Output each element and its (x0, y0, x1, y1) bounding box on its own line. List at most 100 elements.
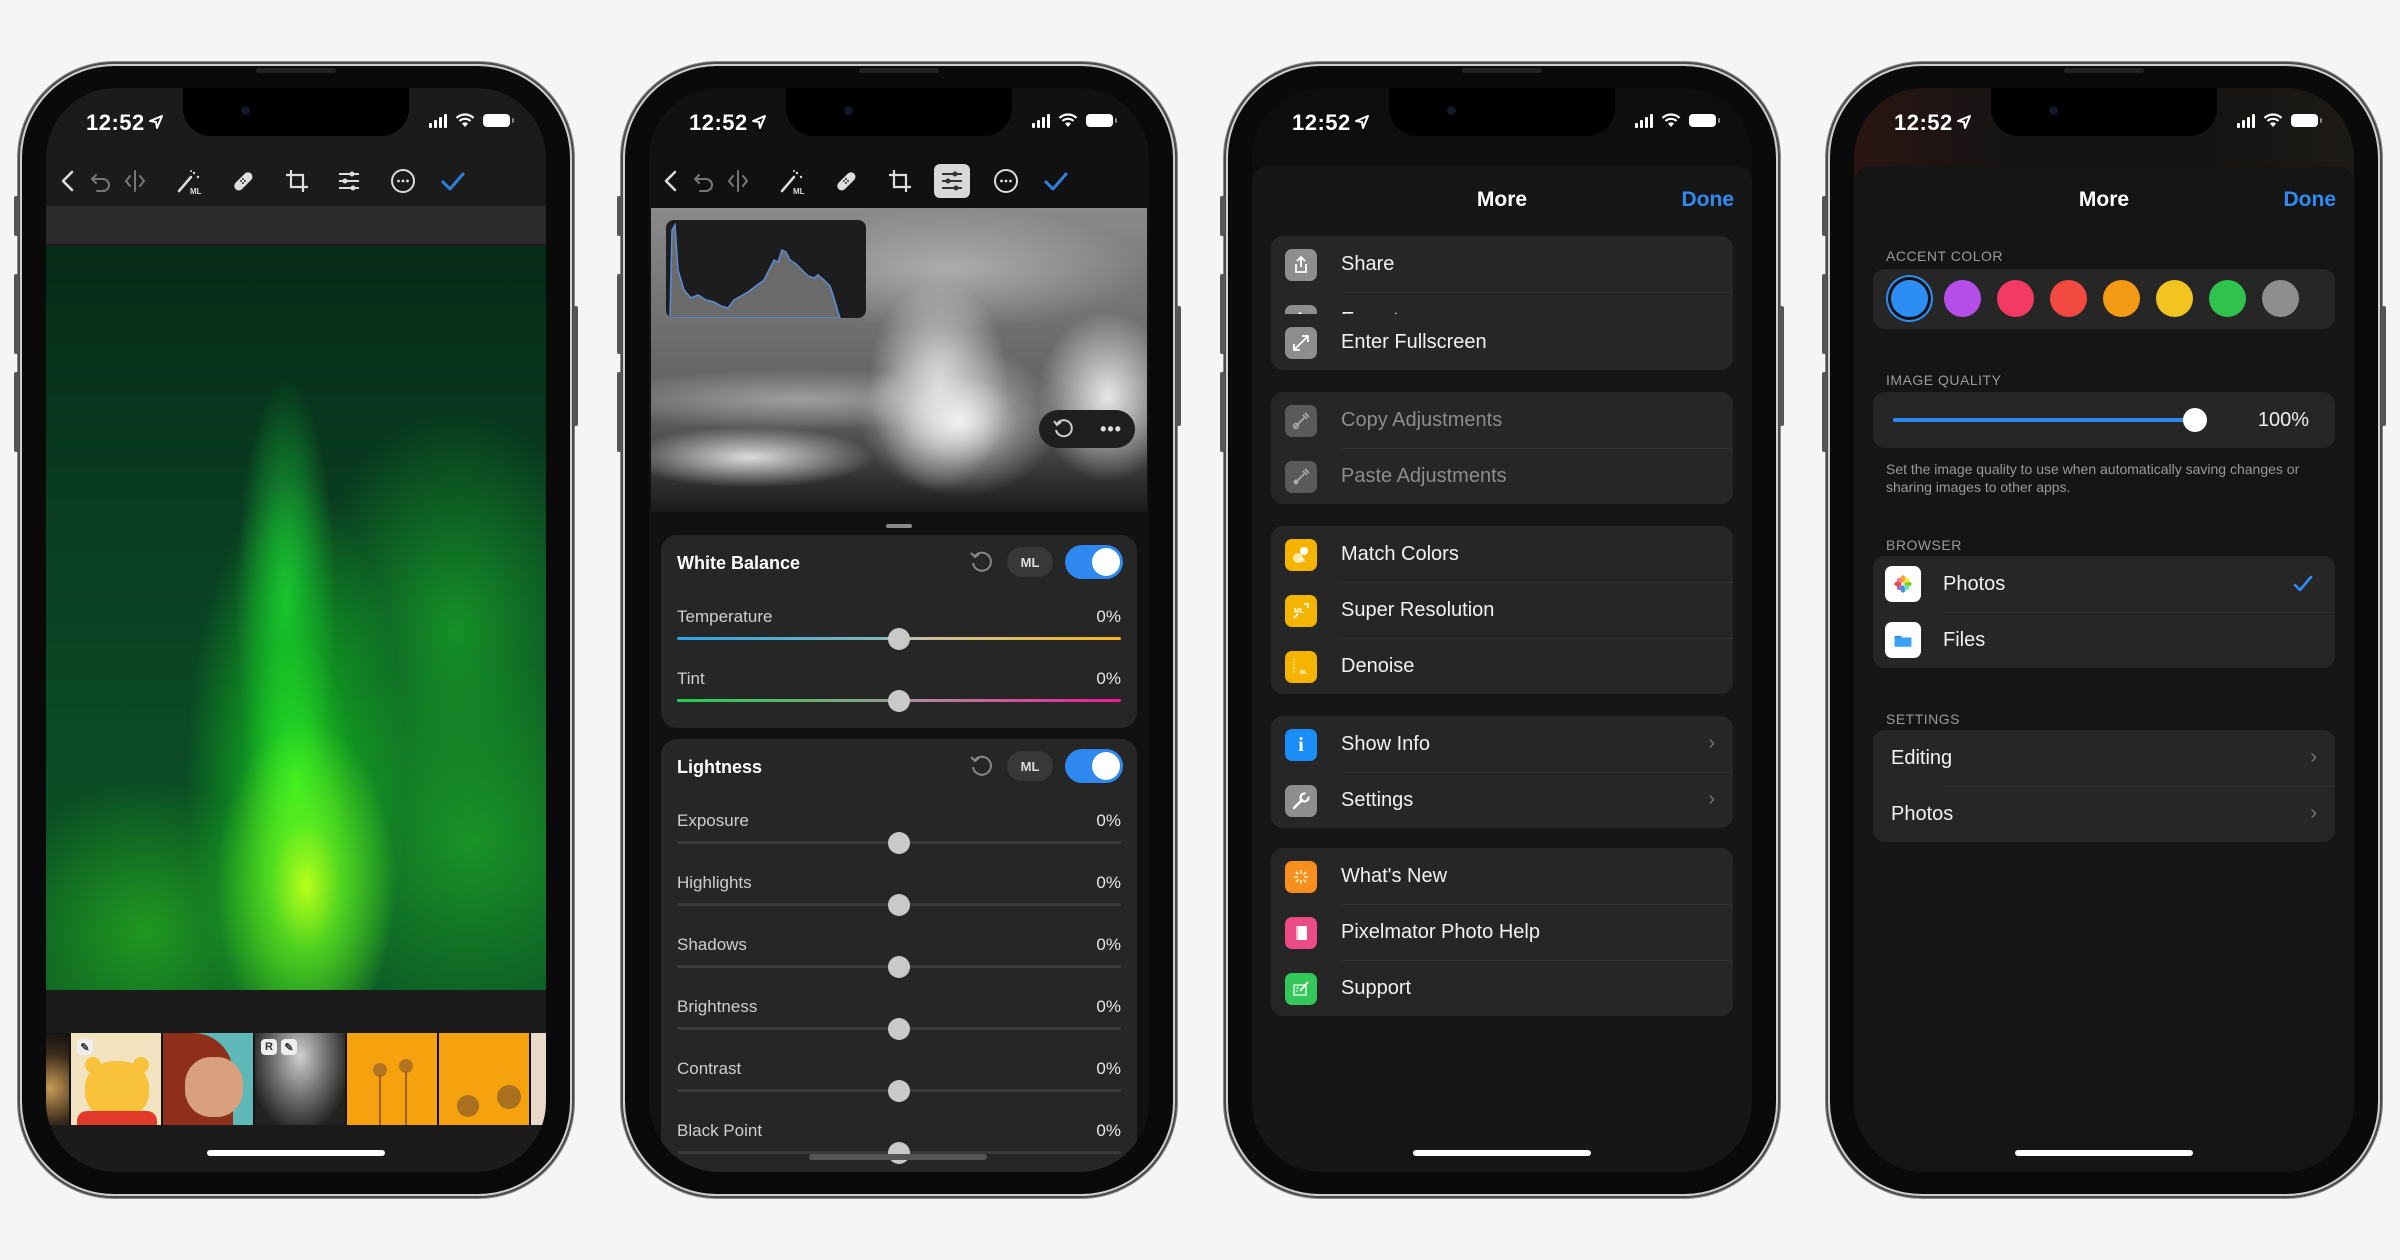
thumbnail-partial[interactable] (46, 1033, 69, 1125)
reset-icon[interactable] (1052, 418, 1074, 440)
undo-button[interactable] (86, 166, 116, 196)
black-and-white-clouds-photo[interactable] (651, 208, 1147, 512)
phone-settings-menu: 12:52 More Done ACCENT COLOR IMAGE QUALI… (1822, 66, 2386, 1194)
thumbnail-cartoon-woman[interactable] (163, 1033, 253, 1125)
home-indicator[interactable] (207, 1150, 385, 1156)
slider-knob[interactable] (888, 1018, 910, 1040)
ml-enhance-button[interactable]: ML (777, 166, 807, 196)
slider-value: 0% (1096, 997, 1121, 1016)
thumbnail-orange-flowers[interactable] (347, 1033, 437, 1125)
crop-button[interactable] (885, 166, 915, 196)
accent-swatch-yellow[interactable] (2156, 280, 2193, 317)
thumbnail-grayscale-landscape[interactable]: R ✎ (255, 1033, 345, 1125)
volume-down-button (1822, 372, 1827, 452)
done-button[interactable] (438, 166, 468, 196)
slider-knob[interactable] (888, 628, 910, 650)
menu-item-copy-adjustments[interactable]: Copy Adjustments (1271, 392, 1733, 448)
speaker-grille (859, 68, 939, 73)
home-indicator[interactable] (2015, 1150, 2193, 1156)
thumbnail-cartoon-bear[interactable]: ✎ (71, 1033, 161, 1125)
back-button[interactable] (54, 166, 84, 196)
volume-up-button (14, 274, 19, 354)
menu-item-paste-adjustments[interactable]: Paste Adjustments (1271, 448, 1733, 504)
compare-button[interactable] (120, 166, 150, 196)
section-label-image-quality: IMAGE QUALITY (1886, 372, 2002, 388)
crop-button[interactable] (282, 166, 312, 196)
menu-item-whats-new[interactable]: What's New (1271, 848, 1733, 904)
slider-knob[interactable] (888, 956, 910, 978)
menu-item-super-resolution[interactable]: ML Super Resolution (1271, 582, 1733, 638)
thumbnail-orange-flowers-2[interactable] (439, 1033, 529, 1125)
menu-item-label: Pixelmator Photo Help (1341, 921, 1540, 943)
adjust-button-active[interactable] (934, 164, 970, 198)
slider-knob[interactable] (888, 1080, 910, 1102)
slider-knob[interactable] (888, 690, 910, 712)
sheet-title: More (1476, 188, 1528, 211)
accent-swatch-red[interactable] (2050, 280, 2087, 317)
lightness-toggle[interactable] (1065, 749, 1123, 783)
undo-button[interactable] (689, 166, 719, 196)
menu-item-support[interactable]: Support (1271, 960, 1733, 1016)
menu-item-pixelmator-photo-help[interactable]: Pixelmator Photo Help (1271, 904, 1733, 960)
histogram[interactable] (666, 220, 866, 318)
book-icon (1285, 917, 1317, 949)
done-button[interactable] (1041, 166, 1071, 196)
cellular-signal-icon (429, 113, 447, 128)
browser-option-photos[interactable]: Photos (1873, 556, 2335, 612)
accent-swatch-purple[interactable] (1944, 280, 1981, 317)
home-indicator[interactable] (1413, 1150, 1591, 1156)
ellipsis-icon[interactable]: ••• (1100, 419, 1122, 440)
browser-option-files[interactable]: Files (1873, 612, 2335, 668)
volume-down-button (14, 372, 19, 452)
ml-auto-button[interactable]: ML (1007, 547, 1053, 577)
slider-knob[interactable] (888, 894, 910, 916)
menu-group-adjustments: Copy Adjustments Paste Adjustments (1271, 392, 1733, 504)
menu-item-enter-fullscreen[interactable]: Enter Fullscreen (1271, 314, 1733, 370)
slider-knob[interactable] (888, 1142, 910, 1164)
menu-item-match-colors[interactable]: ML Match Colors (1271, 526, 1733, 582)
wifi-icon (1058, 113, 1078, 127)
done-button[interactable]: Done (2284, 188, 2337, 212)
menu-item-label: Settings (1341, 789, 1414, 811)
scroll-indicator[interactable] (809, 1154, 987, 1160)
menu-item-settings[interactable]: Settings › (1271, 772, 1733, 828)
reset-icon[interactable] (967, 548, 995, 576)
volume-down-button (617, 372, 622, 452)
accent-swatch-blue[interactable] (1891, 280, 1928, 317)
wrench-icon (1285, 785, 1317, 817)
ml-enhance-button[interactable]: ML (174, 166, 204, 196)
ml-auto-button[interactable]: ML (1007, 751, 1053, 781)
repair-button[interactable] (228, 166, 258, 196)
accent-swatch-gray[interactable] (2262, 280, 2299, 317)
accent-swatch-pink[interactable] (1997, 280, 2034, 317)
repair-button[interactable] (831, 166, 861, 196)
accent-swatch-orange[interactable] (2103, 280, 2140, 317)
more-button[interactable] (991, 166, 1021, 196)
sliders-icon (942, 171, 962, 191)
menu-item-show-info[interactable]: i Show Info › (1271, 716, 1733, 772)
accent-color-picker (1873, 269, 2335, 329)
slider-knob[interactable] (888, 832, 910, 854)
thumbnail-partial-right[interactable] (531, 1033, 546, 1125)
reset-icon[interactable] (967, 752, 995, 780)
browser-option-label: Photos (1943, 573, 2006, 595)
aurora-borealis-photo[interactable] (46, 246, 546, 990)
settings-item-photos[interactable]: Photos › (1873, 786, 2335, 842)
image-quality-slider[interactable] (1893, 418, 2195, 422)
settings-item-editing[interactable]: Editing › (1873, 730, 2335, 786)
menu-item-label: What's New (1341, 865, 1448, 887)
menu-item-share[interactable]: Share (1271, 236, 1733, 292)
accent-swatch-green[interactable] (2209, 280, 2246, 317)
bandage-icon (234, 172, 253, 191)
back-button[interactable] (657, 166, 687, 196)
image-quality-knob[interactable] (2183, 408, 2207, 432)
volume-up-button (617, 274, 622, 354)
done-button[interactable]: Done (1682, 188, 1735, 212)
more-button[interactable] (388, 166, 418, 196)
sheet-grabber[interactable] (886, 524, 912, 528)
compare-button[interactable] (723, 166, 753, 196)
menu-item-denoise[interactable]: ML Denoise (1271, 638, 1733, 694)
white-balance-toggle[interactable] (1065, 545, 1123, 579)
sparkle-icon (1285, 861, 1317, 893)
adjust-button[interactable] (334, 166, 364, 196)
